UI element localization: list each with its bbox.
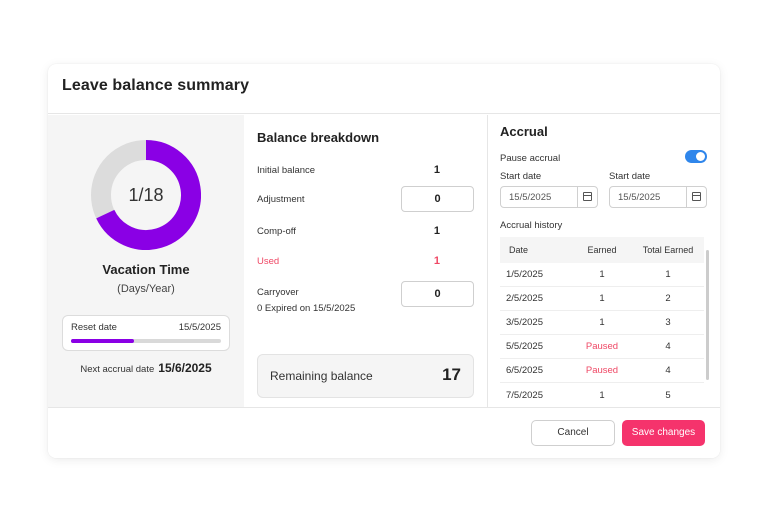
- used-value: 1: [433, 255, 440, 267]
- calendar-icon: [583, 192, 592, 201]
- table-row: 5/5/2025 Paused 4: [500, 335, 704, 359]
- save-changes-button[interactable]: Save changes: [622, 420, 705, 446]
- table-row: 6/5/2025 Paused 4: [500, 359, 704, 383]
- next-accrual-label: Next accrual date: [80, 364, 155, 375]
- table-row: 1/5/2025 1 1: [500, 263, 704, 287]
- breakdown-title: Balance breakdown: [257, 130, 380, 145]
- row-earned: 1: [599, 317, 605, 328]
- leave-type-title: Vacation Time: [102, 262, 190, 277]
- accrual-history-table: Date Earned Total Earned 1/5/2025 1 1 2/…: [500, 237, 704, 407]
- row-earned: 1: [599, 389, 605, 401]
- start-date-input-2[interactable]: 15/5/2025: [609, 186, 707, 208]
- reset-date-card: Reset date 15/5/2025: [62, 315, 230, 351]
- row-earned-paused: Paused: [585, 365, 619, 376]
- table-scrollbar[interactable]: [706, 250, 709, 380]
- leave-balance-modal: Leave balance summary 1/18 Vacation Time…: [48, 64, 720, 458]
- row-total: 4: [665, 341, 671, 352]
- remaining-balance-value: 17: [442, 365, 461, 384]
- start-date-value-2: 15/5/2025: [618, 192, 661, 203]
- used-label: Used: [257, 256, 280, 267]
- adjustment-label: Adjustment: [257, 194, 305, 205]
- calendar-icon: [692, 192, 701, 201]
- compoff-label: Comp-off: [257, 226, 296, 237]
- row-date: 2/5/2025: [506, 293, 543, 304]
- carryover-input[interactable]: 0: [401, 281, 474, 307]
- pause-accrual-label: Pause accrual: [500, 153, 561, 164]
- start-date-label-1: Start date: [500, 171, 542, 182]
- carryover-label: Carryover: [257, 287, 299, 298]
- balance-donut-chart: 1/18: [91, 140, 201, 250]
- initial-balance-row: Initial balance 1: [257, 159, 474, 183]
- accrual-panel: Accrual Pause accrual Start date 15/5/20…: [488, 115, 720, 407]
- reset-progress-track: [71, 339, 221, 343]
- next-accrual-date: 15/6/2025: [158, 361, 212, 375]
- remaining-balance-card: Remaining balance 17: [257, 354, 474, 398]
- start-date-label-2: Start date: [609, 171, 651, 182]
- compoff-value: 1: [433, 225, 440, 237]
- reset-date-value: 15/5/2025: [178, 322, 221, 333]
- calendar-button-1[interactable]: [577, 187, 597, 207]
- table-row: 3/5/2025 1 3: [500, 311, 704, 335]
- row-total: 2: [665, 293, 671, 304]
- carryover-row: Carryover 0 Expired on 15/5/2025 0: [257, 281, 474, 321]
- row-date: 6/5/2025: [506, 365, 543, 376]
- row-total: 3: [665, 317, 671, 328]
- compoff-row: Comp-off 1: [257, 220, 474, 244]
- table-row: 7/5/2025 1 5: [500, 383, 704, 407]
- accrual-title: Accrual: [500, 124, 548, 139]
- remaining-balance-label: Remaining balance: [270, 369, 373, 383]
- start-date-input-1[interactable]: 15/5/2025: [500, 186, 598, 208]
- toggle-knob: [696, 152, 705, 161]
- donut-label: 1/18: [128, 185, 164, 205]
- col-header-total: Total Earned: [642, 245, 694, 255]
- leave-unit: (Days/Year): [117, 283, 175, 295]
- modal-footer: Cancel Save changes: [48, 407, 720, 458]
- balance-breakdown-panel: Balance breakdown Initial balance 1 Adju…: [244, 115, 487, 407]
- reset-date-label: Reset date: [71, 322, 117, 333]
- row-total: 4: [665, 365, 671, 376]
- row-date: 1/5/2025: [506, 269, 543, 280]
- row-date: 5/5/2025: [506, 341, 543, 352]
- accrual-history-label: Accrual history: [500, 220, 563, 231]
- initial-balance-label: Initial balance: [257, 165, 316, 176]
- calendar-button-2[interactable]: [686, 187, 706, 207]
- row-total: 5: [665, 389, 671, 401]
- reset-progress-fill: [71, 339, 134, 343]
- table-row: 2/5/2025 1 2: [500, 287, 704, 311]
- adjustment-input[interactable]: 0: [401, 186, 474, 212]
- row-earned: 1: [599, 293, 605, 304]
- row-date: 7/5/2025: [506, 389, 543, 401]
- modal-header: Leave balance summary: [48, 64, 720, 114]
- cancel-button[interactable]: Cancel: [531, 420, 615, 446]
- col-header-earned: Earned: [587, 245, 617, 255]
- carryover-expiry: 0 Expired on 15/5/2025: [257, 303, 356, 314]
- next-accrual: Next accrual date 15/6/2025: [48, 361, 244, 375]
- pause-accrual-toggle[interactable]: [685, 150, 707, 163]
- start-date-value-1: 15/5/2025: [509, 192, 552, 203]
- row-date: 3/5/2025: [506, 317, 543, 328]
- table-header: Date Earned Total Earned: [500, 237, 704, 263]
- initial-balance-value: 1: [433, 164, 440, 176]
- modal-title: Leave balance summary: [62, 77, 250, 94]
- summary-panel: 1/18 Vacation Time (Days/Year) Reset dat…: [48, 115, 244, 407]
- col-header-date: Date: [509, 245, 529, 255]
- adjustment-row: Adjustment 0: [257, 186, 474, 212]
- used-row: Used 1: [257, 250, 474, 274]
- row-earned-paused: Paused: [585, 341, 619, 352]
- row-earned: 1: [599, 269, 605, 280]
- row-total: 1: [665, 269, 671, 280]
